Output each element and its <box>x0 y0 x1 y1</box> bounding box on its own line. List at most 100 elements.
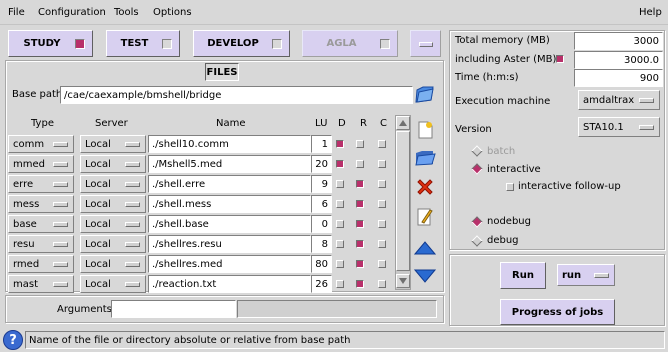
file-name-input[interactable]: ./reaction.txt <box>148 275 311 293</box>
run-mode-select[interactable]: run <box>557 264 615 286</box>
mode-test-button[interactable]: TEST <box>106 30 180 57</box>
c-checkbox[interactable] <box>378 260 386 268</box>
file-name-input[interactable]: ./shell.mess <box>148 195 311 213</box>
c-checkbox[interactable] <box>378 180 386 188</box>
server-select[interactable]: Local <box>80 235 146 253</box>
triangle-up-icon <box>399 120 407 126</box>
d-checkbox[interactable] <box>336 200 344 208</box>
type-select[interactable]: mast <box>8 275 74 293</box>
mode-develop-button[interactable]: DEVELOP <box>193 30 290 57</box>
file-name-input[interactable]: ./Mshell5.med <box>148 155 311 173</box>
menu-configuration[interactable]: Configuration <box>38 7 106 18</box>
menu-tools[interactable]: Tools <box>114 7 139 18</box>
file-row: mess Local ./shell.mess 6 <box>8 194 398 214</box>
new-file-button[interactable] <box>414 119 436 141</box>
file-name-input[interactable]: ./shell10.comm <box>148 135 311 153</box>
delete-file-button[interactable] <box>414 176 436 198</box>
menu-options[interactable]: Options <box>153 7 192 18</box>
mode-study-button[interactable]: STUDY <box>8 30 93 57</box>
c-checkbox[interactable] <box>378 240 386 248</box>
c-checkbox[interactable] <box>378 160 386 168</box>
type-select[interactable]: base <box>8 215 74 233</box>
help-question-icon[interactable]: ? <box>3 330 23 350</box>
extra-mode-button[interactable] <box>410 30 441 57</box>
type-select[interactable]: mess <box>8 195 74 213</box>
c-checkbox[interactable] <box>378 280 386 288</box>
base-path-input[interactable]: /cae/caexample/bmshell/bridge <box>60 86 413 104</box>
r-checkbox[interactable] <box>356 180 364 188</box>
move-up-button[interactable] <box>414 237 436 259</box>
c-checkbox[interactable] <box>378 200 386 208</box>
d-checkbox[interactable] <box>336 140 344 148</box>
c-checkbox[interactable] <box>378 220 386 228</box>
lu-input[interactable]: 9 <box>311 175 332 193</box>
progress-jobs-label: Progress of jobs <box>511 306 604 318</box>
r-checkbox[interactable] <box>356 200 364 208</box>
arguments-input[interactable] <box>111 300 236 318</box>
lu-input[interactable]: 1 <box>311 135 332 153</box>
arguments-extension-field[interactable] <box>237 300 437 318</box>
type-select[interactable]: mmed <box>8 155 74 173</box>
server-select[interactable]: Local <box>80 155 146 173</box>
d-checkbox[interactable] <box>336 220 344 228</box>
total-memory-input[interactable]: 3000 <box>574 32 663 50</box>
scroll-down-button[interactable] <box>396 274 410 288</box>
type-select[interactable]: resu <box>8 235 74 253</box>
move-down-button[interactable] <box>414 265 436 287</box>
edit-file-button[interactable] <box>414 206 436 228</box>
r-checkbox[interactable] <box>356 220 364 228</box>
exec-machine-select[interactable]: amdaltrax <box>578 90 660 110</box>
d-checkbox[interactable] <box>336 260 344 268</box>
lu-input[interactable]: 6 <box>311 195 332 213</box>
mode-study-indicator <box>75 38 85 49</box>
server-select[interactable]: Local <box>80 135 146 153</box>
d-checkbox[interactable] <box>336 240 344 248</box>
file-name-input[interactable]: ./shellres.med <box>148 255 311 273</box>
lu-input[interactable]: 20 <box>311 155 332 173</box>
type-select[interactable]: rmed <box>8 255 74 273</box>
d-checkbox[interactable] <box>336 180 344 188</box>
lu-input[interactable]: 26 <box>311 275 332 293</box>
mode-agla-button[interactable]: AGLA <box>302 30 398 57</box>
server-select[interactable]: Local <box>80 275 146 293</box>
c-checkbox[interactable] <box>378 140 386 148</box>
aster-memory-checkbox[interactable] <box>556 55 564 63</box>
browse-folder-button[interactable] <box>414 83 436 105</box>
r-checkbox[interactable] <box>356 260 364 268</box>
type-select[interactable]: comm <box>8 135 74 153</box>
scroll-up-button[interactable] <box>396 116 410 130</box>
type-select[interactable]: erre <box>8 175 74 193</box>
r-checkbox[interactable] <box>356 140 364 148</box>
file-name-input[interactable]: ./shellres.resu <box>148 235 311 253</box>
menu-help[interactable]: Help <box>639 7 662 18</box>
r-checkbox[interactable] <box>356 280 364 288</box>
scroll-thumb[interactable] <box>396 131 410 271</box>
interactive-followup-checkbox[interactable] <box>506 183 514 191</box>
aster-memory-input[interactable]: 3000.0 <box>574 51 663 69</box>
file-name-input[interactable]: ./shell.base <box>148 215 311 233</box>
open-file-button[interactable] <box>414 147 436 169</box>
menu-file[interactable]: File <box>8 7 25 18</box>
lu-input[interactable]: 80 <box>311 255 332 273</box>
col-header-server: Server <box>95 118 128 129</box>
server-select[interactable]: Local <box>80 255 146 273</box>
type-value: mmed <box>13 158 45 170</box>
d-checkbox[interactable] <box>336 280 344 288</box>
file-row: mast Local ./reaction.txt 26 <box>8 274 398 294</box>
server-select[interactable]: Local <box>80 195 146 213</box>
r-checkbox[interactable] <box>356 160 364 168</box>
extra-mode-bar-icon <box>419 42 433 47</box>
time-input[interactable]: 900 <box>574 69 663 87</box>
file-name-input[interactable]: ./shell.erre <box>148 175 311 193</box>
files-scrollbar[interactable] <box>395 115 411 290</box>
lu-input[interactable]: 0 <box>311 215 332 233</box>
d-checkbox[interactable] <box>336 160 344 168</box>
server-select[interactable]: Local <box>80 215 146 233</box>
server-select[interactable]: Local <box>80 175 146 193</box>
progress-jobs-button[interactable]: Progress of jobs <box>500 299 615 325</box>
r-checkbox[interactable] <box>356 240 364 248</box>
run-button[interactable]: Run <box>500 262 546 289</box>
lu-input[interactable]: 8 <box>311 235 332 253</box>
dropdown-bar-icon <box>53 261 68 267</box>
version-select[interactable]: STA10.1 <box>578 117 660 137</box>
